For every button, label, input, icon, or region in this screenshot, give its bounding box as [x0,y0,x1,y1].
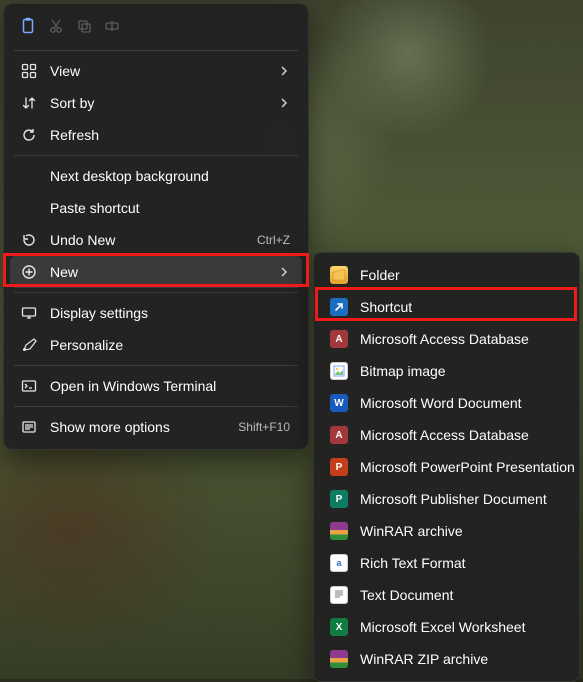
winrar-zip-icon [330,650,348,668]
menu-item-label: View [50,63,266,79]
winrar-icon [330,522,348,540]
menu-item-label: Undo New [50,232,245,248]
new-submenu: Folder Shortcut A Microsoft Access Datab… [313,252,580,682]
divider [14,292,298,293]
access-icon: A [330,330,348,348]
submenu-item-access-db-2[interactable]: A Microsoft Access Database [320,419,573,451]
sort-icon [20,94,38,112]
menu-item-new[interactable]: New [10,256,302,288]
menu-item-open-terminal[interactable]: Open in Windows Terminal [10,370,302,402]
submenu-item-label: Microsoft Access Database [360,331,529,347]
menu-item-show-more-options[interactable]: Show more options Shift+F10 [10,411,302,443]
chevron-right-icon [278,97,290,109]
submenu-item-label: WinRAR archive [360,523,463,539]
submenu-item-label: Microsoft Access Database [360,427,529,443]
submenu-item-label: Folder [360,267,400,283]
cut-icon [46,16,66,36]
menu-item-display-settings[interactable]: Display settings [10,297,302,329]
menu-item-accelerator: Shift+F10 [238,420,290,434]
paste-icon[interactable] [18,16,38,36]
personalize-icon [20,336,38,354]
context-menu-toolbar [10,10,302,46]
submenu-item-winrar[interactable]: WinRAR archive [320,515,573,547]
submenu-item-label: Microsoft Word Document [360,395,522,411]
submenu-item-winrar-zip[interactable]: WinRAR ZIP archive [320,643,573,675]
menu-item-sort-by[interactable]: Sort by [10,87,302,119]
menu-item-accelerator: Ctrl+Z [257,233,290,247]
menu-item-paste-shortcut[interactable]: Paste shortcut [10,192,302,224]
submenu-item-excel[interactable]: X Microsoft Excel Worksheet [320,611,573,643]
menu-item-undo[interactable]: Undo New Ctrl+Z [10,224,302,256]
text-icon [330,586,348,604]
submenu-item-label: Text Document [360,587,453,603]
excel-icon: X [330,618,348,636]
word-icon: W [330,394,348,412]
divider [14,365,298,366]
blank-icon [20,199,38,217]
blank-icon [20,167,38,185]
access-icon: A [330,426,348,444]
plus-circle-icon [20,263,38,281]
undo-icon [20,231,38,249]
menu-item-next-background[interactable]: Next desktop background [10,160,302,192]
display-icon [20,304,38,322]
desktop-context-menu: View Sort by Refresh Next desktop backgr… [3,3,309,450]
submenu-item-label: Bitmap image [360,363,446,379]
copy-icon [74,16,94,36]
submenu-item-bitmap[interactable]: Bitmap image [320,355,573,387]
powerpoint-icon: P [330,458,348,476]
submenu-item-label: Shortcut [360,299,412,315]
submenu-item-label: Microsoft PowerPoint Presentation [360,459,575,475]
menu-item-personalize[interactable]: Personalize [10,329,302,361]
submenu-item-publisher[interactable]: P Microsoft Publisher Document [320,483,573,515]
menu-item-label: Next desktop background [50,168,290,184]
menu-item-label: Show more options [50,419,226,435]
submenu-item-label: Microsoft Publisher Document [360,491,547,507]
menu-item-label: Sort by [50,95,266,111]
submenu-item-shortcut[interactable]: Shortcut [320,291,573,323]
bitmap-icon [330,362,348,380]
menu-item-view[interactable]: View [10,55,302,87]
chevron-right-icon [278,266,290,278]
rtf-icon: a [330,554,348,572]
refresh-icon [20,126,38,144]
view-icon [20,62,38,80]
divider [14,406,298,407]
submenu-item-rtf[interactable]: a Rich Text Format [320,547,573,579]
menu-item-label: Display settings [50,305,290,321]
submenu-item-powerpoint[interactable]: P Microsoft PowerPoint Presentation [320,451,573,483]
more-options-icon [20,418,38,436]
submenu-item-word[interactable]: W Microsoft Word Document [320,387,573,419]
chevron-right-icon [278,65,290,77]
menu-item-label: Refresh [50,127,290,143]
submenu-item-text[interactable]: Text Document [320,579,573,611]
submenu-item-folder[interactable]: Folder [320,259,573,291]
folder-icon [330,266,348,284]
divider [14,155,298,156]
menu-item-label: New [50,264,266,280]
rename-icon [102,16,122,36]
menu-item-label: Personalize [50,337,290,353]
shortcut-icon [330,298,348,316]
menu-item-label: Paste shortcut [50,200,290,216]
submenu-item-label: Microsoft Excel Worksheet [360,619,525,635]
publisher-icon: P [330,490,348,508]
divider [14,50,298,51]
submenu-item-label: Rich Text Format [360,555,466,571]
terminal-icon [20,377,38,395]
submenu-item-label: WinRAR ZIP archive [360,651,488,667]
menu-item-label: Open in Windows Terminal [50,378,290,394]
submenu-item-access-db[interactable]: A Microsoft Access Database [320,323,573,355]
menu-item-refresh[interactable]: Refresh [10,119,302,151]
